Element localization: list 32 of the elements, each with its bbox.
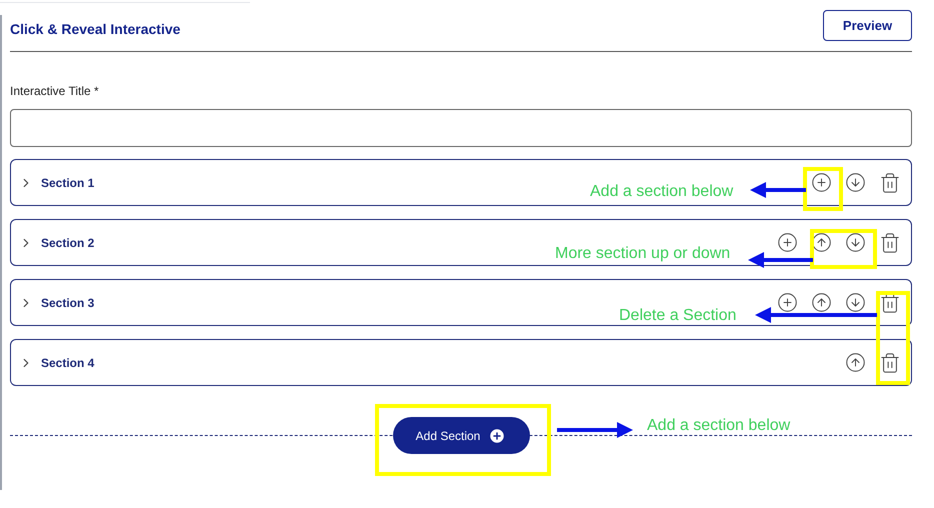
section-title: Section 1 bbox=[41, 174, 94, 192]
move-down-icon[interactable] bbox=[845, 172, 866, 193]
add-icon[interactable] bbox=[777, 232, 798, 253]
section-panel[interactable]: Section 2 More section up or down bbox=[10, 219, 912, 266]
trash-icon[interactable] bbox=[879, 352, 901, 374]
move-down-icon[interactable] bbox=[845, 232, 866, 253]
preview-button[interactable]: Preview bbox=[823, 10, 912, 41]
arrow bbox=[748, 251, 813, 269]
title-input-field[interactable] bbox=[10, 109, 912, 147]
highlight-frame bbox=[810, 229, 877, 269]
add-icon[interactable] bbox=[811, 172, 832, 193]
arrow bbox=[750, 181, 806, 199]
add-icon[interactable] bbox=[777, 292, 798, 313]
section-title: Section 3 bbox=[41, 294, 94, 312]
annotation-text: Delete a Section bbox=[619, 306, 736, 326]
section-title: Section 4 bbox=[41, 354, 94, 372]
trash-icon[interactable] bbox=[879, 232, 901, 254]
page-title: Click & Reveal Interactive bbox=[10, 20, 180, 39]
move-down-icon[interactable] bbox=[845, 292, 866, 313]
move-up-icon[interactable] bbox=[811, 232, 832, 253]
section-title: Section 2 bbox=[41, 234, 94, 252]
add-icon bbox=[488, 426, 506, 444]
field-label: Interactive Title * bbox=[10, 83, 100, 100]
annotation-text: More section up or down bbox=[555, 244, 730, 264]
highlight-frame bbox=[803, 167, 843, 211]
annotation-text: Add a section below bbox=[647, 416, 790, 436]
trash-icon[interactable] bbox=[879, 172, 901, 194]
annotation-text: Add a section below bbox=[590, 182, 734, 202]
add-section-button[interactable]: Add Section bbox=[392, 417, 530, 454]
move-up-icon[interactable] bbox=[811, 292, 832, 313]
section-panel[interactable]: Section 4 bbox=[10, 339, 912, 386]
move-up-icon[interactable] bbox=[845, 352, 866, 373]
